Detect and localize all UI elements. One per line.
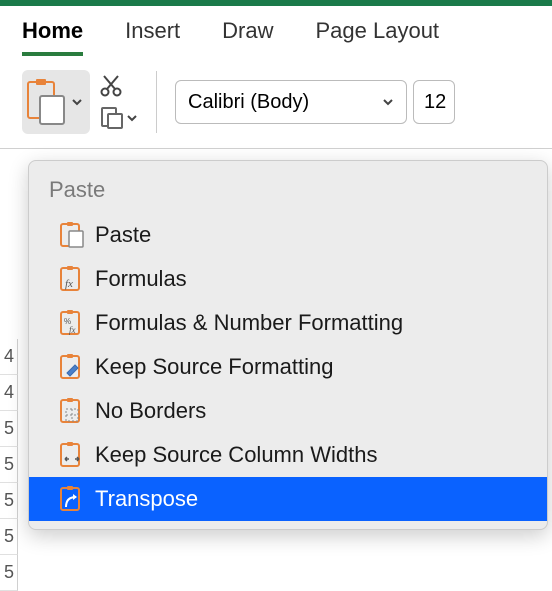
font-family-value: Calibri (Body) bbox=[188, 91, 309, 114]
row-header[interactable]: 4 bbox=[0, 375, 18, 411]
paste-button[interactable] bbox=[22, 70, 90, 134]
tab-draw[interactable]: Draw bbox=[222, 18, 273, 56]
font-size-value: 12 bbox=[424, 91, 446, 114]
clipboard-icon bbox=[26, 78, 66, 126]
menu-item-keep-source-column-widths[interactable]: Keep Source Column Widths bbox=[29, 433, 547, 477]
menu-item-label: Keep Source Formatting bbox=[95, 354, 333, 380]
cut-button[interactable] bbox=[100, 74, 122, 98]
tab-page-layout[interactable]: Page Layout bbox=[316, 18, 440, 56]
menu-item-label: Formulas & Number Formatting bbox=[95, 310, 403, 336]
clipboard-icon bbox=[59, 221, 85, 249]
row-header[interactable]: 5 bbox=[0, 411, 18, 447]
row-header[interactable]: 5 bbox=[0, 555, 18, 591]
svg-text:fx: fx bbox=[69, 325, 76, 335]
menu-item-label: Keep Source Column Widths bbox=[95, 442, 377, 468]
menu-item-paste[interactable]: Paste bbox=[29, 213, 547, 257]
clipboard-percent-fx-icon: %fx bbox=[59, 309, 85, 337]
font-family-select[interactable]: Calibri (Body) bbox=[175, 80, 407, 124]
menu-item-formulas[interactable]: fx Formulas bbox=[29, 257, 547, 301]
font-section: Calibri (Body) 12 bbox=[175, 80, 455, 124]
clipboard-side-icons bbox=[92, 72, 138, 132]
svg-text:fx: fx bbox=[65, 278, 73, 290]
menu-header: Paste bbox=[29, 169, 547, 213]
menu-item-label: Formulas bbox=[95, 266, 187, 292]
tab-insert[interactable]: Insert bbox=[125, 18, 180, 56]
row-header[interactable]: 5 bbox=[0, 447, 18, 483]
tab-home[interactable]: Home bbox=[22, 18, 83, 56]
menu-item-transpose[interactable]: Transpose bbox=[29, 477, 547, 521]
row-headers: 4 4 5 5 5 5 5 bbox=[0, 339, 18, 591]
row-header[interactable]: 5 bbox=[0, 483, 18, 519]
font-size-select[interactable]: 12 bbox=[413, 80, 455, 124]
paste-dropdown-menu: Paste Paste fx Formulas %fx Formulas & N… bbox=[28, 160, 548, 530]
menu-item-label: No Borders bbox=[95, 398, 206, 424]
clipboard-brush-icon bbox=[59, 353, 85, 381]
copy-button[interactable] bbox=[100, 106, 138, 130]
menu-item-no-borders[interactable]: No Borders bbox=[29, 389, 547, 433]
ribbon-content: Calibri (Body) 12 bbox=[0, 56, 552, 149]
chevron-down-icon bbox=[71, 96, 83, 108]
paste-dropdown-arrow[interactable] bbox=[68, 74, 86, 130]
clipboard-fx-icon: fx bbox=[59, 265, 85, 293]
menu-item-keep-source-formatting[interactable]: Keep Source Formatting bbox=[29, 345, 547, 389]
menu-item-label: Transpose bbox=[95, 486, 198, 512]
clipboard-no-borders-icon bbox=[59, 397, 85, 425]
scissors-icon bbox=[100, 74, 122, 98]
copy-icon bbox=[100, 106, 124, 130]
clipboard-transpose-icon bbox=[59, 485, 85, 513]
chevron-down-icon bbox=[382, 96, 394, 108]
chevron-down-icon bbox=[126, 112, 138, 124]
paste-group bbox=[22, 70, 138, 134]
group-divider bbox=[156, 71, 157, 133]
ribbon-tabs: Home Insert Draw Page Layout bbox=[0, 6, 552, 56]
clipboard-column-width-icon bbox=[59, 441, 85, 469]
row-header[interactable]: 4 bbox=[0, 339, 18, 375]
menu-item-formulas-number-formatting[interactable]: %fx Formulas & Number Formatting bbox=[29, 301, 547, 345]
menu-item-label: Paste bbox=[95, 222, 151, 248]
